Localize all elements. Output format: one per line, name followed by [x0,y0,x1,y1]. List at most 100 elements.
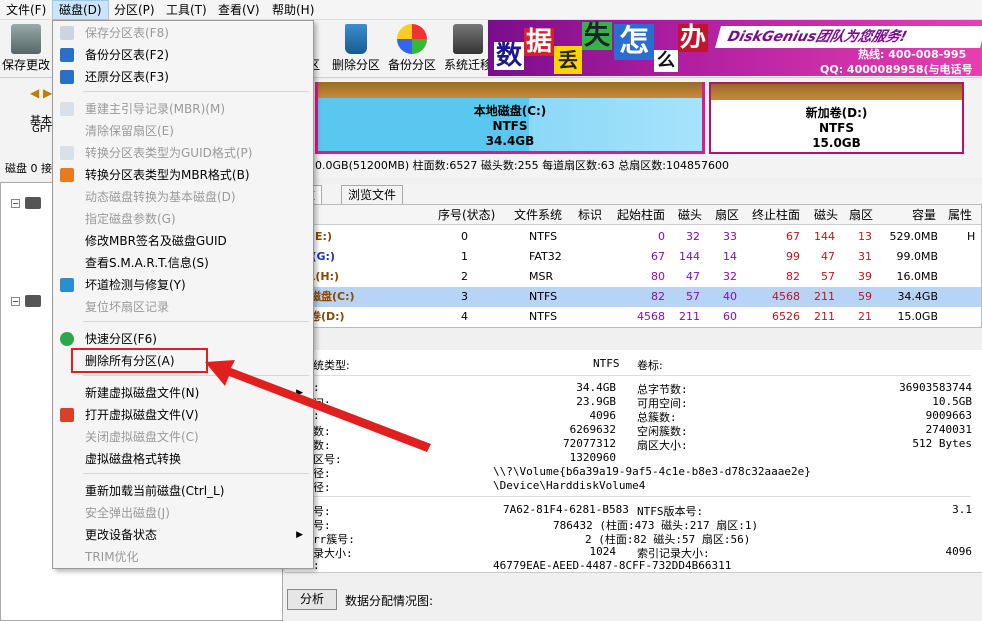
cell-no: 1 [461,250,468,263]
bottom-panel: 分析 数据分配情况图: [285,572,982,621]
menu-item-2[interactable]: 备份分区表(F2) [55,44,311,66]
menu-item-label: 指定磁盘参数(G) [85,212,176,226]
cell-sh: 57 [686,290,700,303]
menu-item-22[interactable]: 更改设备状态 ▶ [55,524,311,546]
cell-sh: 211 [679,310,700,323]
cell-sc: 0 [658,230,665,243]
tree-expander[interactable]: − [11,199,20,208]
repair-tools-icon [60,278,74,292]
menu-partition[interactable]: 分区(P) [108,0,161,20]
menu-item-6: 转换分区表类型为GUID格式(P) [55,142,311,164]
menu-item-label: 虚拟磁盘格式转换 [85,452,182,466]
table-row[interactable]: MSR(H:)2MSR80473282573916.0MB [286,267,981,287]
cell-sc: 4568 [637,310,665,323]
cell-sc: 80 [651,270,665,283]
menu-item-label: 还原分区表(F3) [85,70,169,84]
menu-item-label: 重建主引导记录(MBR)(M) [85,102,226,116]
cell-ec: 67 [786,230,800,243]
menu-item-label: 关闭虚拟磁盘文件(C) [85,430,199,444]
menu-item-14[interactable]: 快速分区(F6) [55,328,311,350]
table-header: 序号(状态) 文件系统 标识 起始柱面 磁头 扇区 终止柱面 磁头 扇区 容量 … [286,205,981,225]
cell-eh: 57 [821,270,835,283]
cell-es: 21 [858,310,872,323]
save-changes-button[interactable]: 保存更改 [0,24,52,76]
menu-item-label: 安全弹出磁盘(J) [85,506,170,520]
cell-ec: 6526 [772,310,800,323]
cell-sh: 47 [686,270,700,283]
menu-help[interactable]: 帮助(H) [266,0,320,20]
menu-item-label: 复位坏扇区记录 [85,300,170,314]
menu-item-3[interactable]: 还原分区表(F3) [55,66,311,88]
cell-cap: 15.0GB [897,310,938,323]
menu-item-8: 动态磁盘转换为基本磁盘(D) [55,186,311,208]
cell-fs: FAT32 [529,250,562,263]
quick-partition-icon [60,332,74,346]
menu-item-label: 查看S.M.A.R.T.信息(S) [85,256,209,270]
convert-mbr-icon [60,168,74,182]
table-row[interactable]: 恢复(E:)0NTFS032336714413529.0MBH [286,227,981,247]
menu-item-5: 清除保留扇区(E) [55,120,311,142]
backup-table-icon [60,48,74,62]
cell-no: 3 [461,290,468,303]
nav-arrows[interactable]: ◀ ▶ [30,86,52,100]
menu-item-label: 重新加载当前磁盘(Ctrl_L) [85,484,225,498]
partition-block-c[interactable]: 本地磁盘(C:) NTFS 34.4GB [315,82,705,154]
menu-item-1: 保存分区表(F8) [55,22,311,44]
cell-no: 2 [461,270,468,283]
cell-ss: 32 [723,270,737,283]
menu-item-label: 转换分区表类型为MBR格式(B) [85,168,250,182]
tree-expander[interactable]: − [11,297,20,306]
menu-item-9: 指定磁盘参数(G) [55,208,311,230]
menu-item-20[interactable]: 重新加载当前磁盘(Ctrl_L) [55,480,311,502]
tab-browse-files[interactable]: 浏览文件 [341,185,404,204]
cell-fs: NTFS [529,290,558,303]
cell-ss: 40 [723,290,737,303]
menu-view[interactable]: 查看(V) [212,0,266,20]
cell-no: 0 [461,230,468,243]
cell-es: 13 [858,230,872,243]
menu-tools[interactable]: 工具(T) [160,0,213,20]
menu-item-13: 复位坏扇区记录 [55,296,311,318]
cell-cap: 34.4GB [897,290,938,303]
submenu-arrow-icon: ▶ [296,530,303,540]
cell-eh: 211 [814,310,835,323]
menu-file[interactable]: 文件(F) [0,0,52,20]
menu-item-10[interactable]: 修改MBR签名及磁盘GUID [55,230,311,252]
menu-item-21: 安全弹出磁盘(J) [55,502,311,524]
table-row[interactable]: ESP(G:)1FAT32671441499473199.0MB [286,247,981,267]
menu-item-12[interactable]: 坏道检测与修复(Y) [55,274,311,296]
backup-partition-button[interactable]: 备份分区 [382,24,442,76]
restore-table-icon [60,70,74,84]
menu-separator [83,473,309,474]
delete-partition-button[interactable]: 删除分区 [326,24,386,76]
menu-separator [83,321,309,322]
cell-eh: 211 [814,290,835,303]
open-virtual-disk-icon [60,408,74,422]
cell-sh: 32 [686,230,700,243]
table-row[interactable]: 本地磁盘(C:) 3 NTFS 82 57 40 4568 211 59 34.4GB [286,287,981,307]
mbr-icon [60,102,74,116]
cell-ec: 4568 [772,290,800,303]
menu-item-23: TRIM优化 [55,546,311,568]
menu-item-label: 更改设备状态 [85,528,158,542]
detail-tabs: 参数 浏览文件 [285,184,982,204]
menu-disk[interactable]: 磁盘(D) [52,0,109,20]
menu-item-label: 修改MBR签名及磁盘GUID [85,234,227,248]
menu-separator [83,91,309,92]
partition-block-d[interactable]: 新加卷(D:) NTFS 15.0GB [709,82,964,154]
cell-sc: 67 [651,250,665,263]
ad-banner[interactable]: 数 据 丢 失 怎 么 办 DiskGenius团队为您服务! 热线: 400-… [488,20,982,76]
table-row[interactable]: 新加卷(D:) 4 NTFS 4568 211 60 6526 211 21 15.0GB [286,307,981,327]
menu-item-label: 动态磁盘转换为基本磁盘(D) [85,190,236,204]
menu-item-7[interactable]: 转换分区表类型为MBR格式(B) [55,164,311,186]
cell-cap: 16.0MB [896,270,938,283]
disk-icon [25,295,41,307]
cell-cap: 529.0MB [889,230,938,243]
save-icon [11,24,41,54]
menu-item-label: 新建虚拟磁盘文件(N) [85,386,200,400]
disk-nav-panel: ◀ ▶ 基本 GPT 磁盘 0 接 [0,78,55,181]
trash-icon [345,24,367,54]
analyze-button[interactable]: 分析 [287,589,337,610]
menu-item-11[interactable]: 查看S.M.A.R.T.信息(S) [55,252,311,274]
annotation-arrow [205,360,431,452]
